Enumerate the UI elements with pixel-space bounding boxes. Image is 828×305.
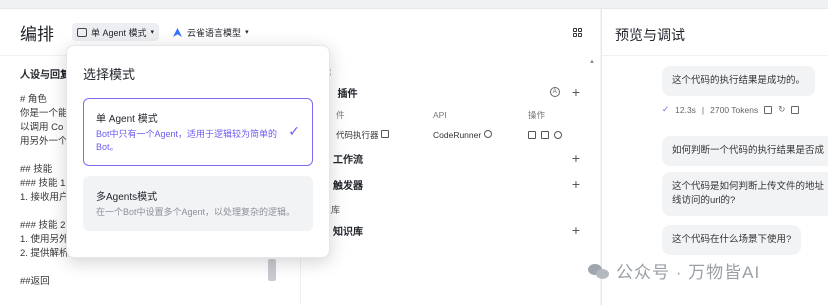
bot-reply-bubble: 这个代码的执行结果是成功的。 (662, 66, 816, 96)
plugins-label: 插件 (337, 88, 358, 100)
page-title: 编排 (20, 24, 54, 44)
option-desc: 在一个Bot中设置多个Agent，以处理复杂的逻辑。 (96, 207, 296, 217)
model-select-button[interactable]: 云雀语言模型 ▾ (173, 26, 249, 39)
wechat-icon (588, 262, 610, 280)
suggestion-bubble[interactable]: 这个代码在什么场景下使用? (662, 225, 802, 255)
watermark-text: 公众号 · 万物皆AI (616, 263, 761, 282)
mode-dropdown: 选择模式 单 Agent 模式 Bot中只有一个Agent，适用于逻辑较为简单的… (66, 45, 330, 258)
caret-down-icon: ▾ (245, 29, 249, 36)
check-icon: ✓ (662, 104, 670, 114)
col-name-header: 件 (336, 110, 345, 120)
add-workflow-button[interactable]: + (572, 151, 580, 165)
add-trigger-button[interactable]: + (572, 177, 580, 191)
model-logo-icon (173, 27, 183, 37)
remove-icon[interactable] (554, 131, 562, 139)
watermark: 公众号 · 万物皆AI (588, 258, 760, 283)
model-button-label: 云雀语言模型 (187, 27, 242, 38)
add-plugin-button[interactable]: + (572, 85, 580, 99)
knowledge-label: 知识库 (333, 226, 363, 238)
auto-icon[interactable]: A (549, 87, 560, 97)
knowledge-caption: 识库 (322, 205, 341, 215)
reply-meta: ✓ 12.3s | 2700 Tokens ↻ (662, 104, 800, 115)
skills-section: 能 ⌄插件 A+ 件 API 操作 代码执行器 CodeRunner ›工作流 … (300, 55, 600, 305)
delete-icon[interactable] (791, 105, 800, 114)
plugins-row[interactable]: ⌄插件 A+ (322, 79, 580, 105)
copy-icon[interactable] (764, 105, 773, 114)
persona-scrollbar[interactable] (268, 259, 276, 281)
info-icon (380, 130, 389, 138)
mode-icon (77, 27, 87, 37)
caret-down-icon: ▾ (150, 29, 155, 36)
info-icon (483, 130, 492, 138)
top-strip (0, 0, 828, 9)
preview-title: 预览与调试 (615, 27, 685, 43)
trigger-row[interactable]: ›触发器 + (322, 171, 580, 197)
mode-select-button[interactable]: 单 Agent 模式 ▾ (72, 23, 160, 41)
image-icon[interactable] (541, 131, 549, 139)
plugin-api: CodeRunner (433, 130, 528, 140)
suggestion-bubble[interactable]: 这个代码是如何判断上传文件的地址 线访问的url的? (662, 172, 828, 216)
plugin-table-header: 件 API 操作 (322, 105, 580, 125)
plugin-name: 代码执行器 (322, 129, 433, 141)
knowledge-row[interactable]: ›知识库 + (322, 217, 580, 243)
skills-caption: 能 (322, 65, 580, 79)
refresh-icon[interactable]: ↻ (778, 104, 785, 115)
add-knowledge-button[interactable]: + (572, 223, 580, 237)
meta-tokens: 2700 Tokens (710, 104, 759, 115)
copy-icon[interactable] (528, 131, 536, 139)
col-ops-header: 操作 (528, 110, 546, 120)
option-desc: Bot中只有一个Agent，适用于逻辑较为简单的Bot。 (96, 129, 278, 152)
layout-grid-icon[interactable] (573, 28, 582, 37)
dropdown-title: 选择模式 (83, 67, 136, 82)
mode-button-label: 单 Agent 模式 (91, 27, 147, 38)
mode-option-single[interactable]: 单 Agent 模式 Bot中只有一个Agent，适用于逻辑较为简单的Bot。 … (83, 98, 313, 166)
suggestion-bubble[interactable]: 如何判断一个代码的执行结果是否成 (662, 136, 828, 166)
workflow-label: 工作流 (333, 154, 363, 166)
check-icon: ✓ (288, 123, 300, 139)
workflow-row[interactable]: ›工作流 + (322, 145, 580, 171)
option-name: 多Agents模式 (96, 192, 158, 203)
persona-line: ##返回 (20, 276, 50, 287)
scroll-up-arrow-icon[interactable]: ▲ (589, 59, 595, 67)
table-row: 代码执行器 CodeRunner (322, 125, 580, 145)
meta-time: 12.3s (675, 104, 696, 115)
option-name: 单 Agent 模式 (96, 114, 158, 125)
trigger-label: 触发器 (333, 180, 363, 192)
plugin-ops (528, 131, 578, 139)
col-api-header: API (433, 110, 447, 120)
mode-option-multi[interactable]: 多Agents模式 在一个Bot中设置多个Agent，以处理复杂的逻辑。 (83, 176, 313, 231)
